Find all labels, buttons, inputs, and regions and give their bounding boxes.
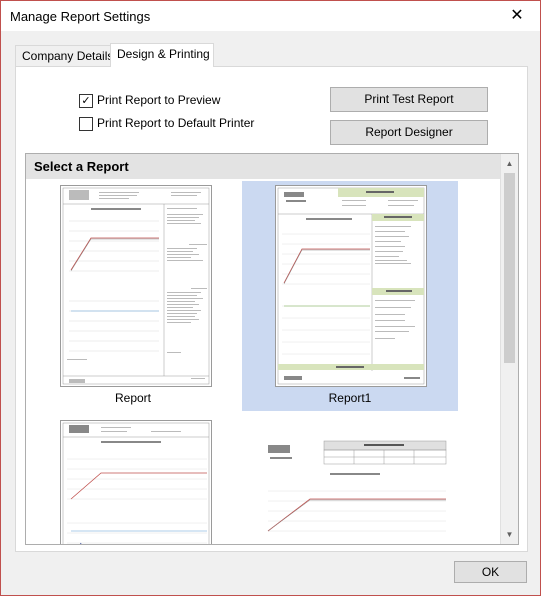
close-icon[interactable]: ✕ xyxy=(494,1,540,31)
report-card-report1[interactable]: Report1 xyxy=(242,181,458,411)
tab-design-printing[interactable]: Design & Printing xyxy=(110,43,214,67)
report-list-header: Select a Report xyxy=(26,154,501,179)
report-list: Select a Report ▲ ▼ Report Report1 xyxy=(25,153,519,545)
design-printing-panel: ✓ Print Report to Preview Print Report t… xyxy=(15,66,528,552)
report1-thumbnail xyxy=(275,185,427,387)
print-to-default-printer-checkbox[interactable]: Print Report to Default Printer xyxy=(79,116,279,132)
tab-company-details[interactable]: Company Details xyxy=(15,45,115,67)
report1-card-label: Report1 xyxy=(328,391,372,405)
scroll-up-arrow-icon[interactable]: ▲ xyxy=(501,155,518,172)
report-card-4-thumbnail-sheet xyxy=(267,440,447,532)
report-card-4-thumbnail xyxy=(253,438,451,544)
report-thumbnail xyxy=(60,185,212,387)
report-designer-button[interactable]: Report Designer xyxy=(330,120,488,145)
report-card-label: Report xyxy=(114,391,152,405)
print-test-report-button[interactable]: Print Test Report xyxy=(330,87,488,112)
title-bar: Manage Report Settings ✕ xyxy=(1,1,540,31)
print-to-preview-label: Print Report to Preview xyxy=(97,93,221,107)
report-card-3-thumbnail-sheet xyxy=(62,422,210,544)
ok-button[interactable]: OK xyxy=(454,561,527,583)
report1-thumbnail-sheet xyxy=(277,187,425,385)
scroll-down-arrow-icon[interactable]: ▼ xyxy=(501,526,518,543)
report-card-report[interactable]: Report xyxy=(48,181,218,411)
window-title: Manage Report Settings xyxy=(10,9,151,24)
report-card-3-thumbnail xyxy=(60,420,212,544)
vertical-scrollbar[interactable]: ▲ ▼ xyxy=(500,154,518,544)
report-card-4[interactable] xyxy=(242,416,458,544)
print-to-default-printer-label: Print Report to Default Printer xyxy=(97,116,255,130)
checkmark-icon: ✓ xyxy=(79,94,93,108)
print-to-preview-checkbox[interactable]: ✓ Print Report to Preview xyxy=(79,93,279,109)
dialog-window: Manage Report Settings ✕ Company Details… xyxy=(0,0,541,596)
scroll-thumb[interactable] xyxy=(504,173,515,363)
report-thumbnail-sheet xyxy=(62,187,210,385)
report-card-3[interactable] xyxy=(48,416,218,544)
